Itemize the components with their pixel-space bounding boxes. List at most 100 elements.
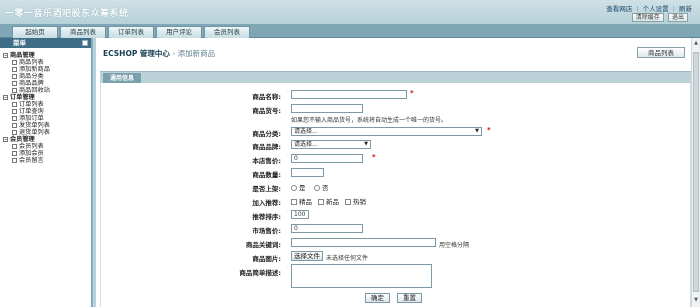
vertical-scrollbar[interactable]: ▲ ▼ [691, 38, 700, 307]
menu-item-category[interactable]: 商品分类 [3, 73, 91, 80]
menu-item-member-messages[interactable]: 会员留言 [3, 157, 91, 164]
scroll-up-icon[interactable]: ▲ [693, 40, 699, 48]
top-header: 一零一音乐酒吧股东众筹系统 查看网店 | 个人设置 | 刷新 清除缓存 退出 [0, 0, 700, 24]
goods-number-input[interactable] [291, 168, 324, 177]
number-label: 商品数量: [252, 171, 281, 179]
sidebar: 菜单 − 商品管理 商品列表 添加新商品 商品分类 商品品牌 商品回收站 − 订单管… [0, 38, 92, 307]
page-icon [12, 157, 17, 163]
menu-item-trash[interactable]: 商品回收站 [3, 87, 91, 94]
file-status: 未选择任何文件 [326, 255, 369, 262]
menu-item-label: 商品分类 [19, 73, 44, 80]
reset-button[interactable]: 重置 [397, 293, 422, 303]
page-icon [12, 87, 17, 93]
category-select-value: 请选择... [294, 128, 318, 135]
main-content: ECSHOP 管理中心 - 添加新商品 商品列表 通用信息 商品名称: * 商品… [97, 38, 700, 307]
menu-item-goods-list[interactable]: 商品列表 [3, 59, 91, 66]
scrollbar-thumb[interactable] [693, 52, 699, 292]
brand-label: 商品品牌: [252, 143, 281, 151]
menu-item-label: 订单列表 [19, 101, 44, 108]
submit-button[interactable]: 确定 [365, 293, 390, 303]
goods-sn-input[interactable] [291, 104, 363, 113]
collapse-icon[interactable] [82, 40, 88, 46]
keywords-hint: 用空格分隔 [439, 242, 470, 249]
category-select[interactable]: 请选择... ▼ [291, 127, 482, 136]
menu-item-label: 订单查询 [19, 108, 44, 115]
shop-price-label: 本店售价: [252, 157, 281, 165]
menu-group-label: 商品管理 [10, 52, 35, 59]
menu-item-label: 商品列表 [19, 59, 44, 66]
goods-list-button[interactable]: 商品列表 [637, 47, 685, 58]
collapse-icon: − [3, 94, 8, 100]
page-title-sub: - 添加新商品 [172, 49, 216, 58]
page-icon [12, 115, 17, 121]
checkbox-icon [318, 199, 324, 205]
radio-icon [314, 185, 320, 191]
checkbox-icon [345, 199, 351, 205]
on-sale-yes-option[interactable]: 是 [291, 182, 306, 192]
tab-user-comments[interactable]: 用户评论 [156, 26, 202, 38]
menu-item-add-goods[interactable]: 添加新商品 [3, 66, 91, 73]
keywords-input[interactable] [291, 238, 436, 247]
nav-bar: 起始页 商品列表 订单列表 用户评论 会员列表 [0, 24, 700, 38]
sort-order-input[interactable]: 100 [291, 210, 309, 219]
tab-order-list[interactable]: 订单列表 [108, 26, 154, 38]
recommend-best-checkbox[interactable]: 精品 [291, 196, 312, 206]
brand-select[interactable]: 请选择... ▼ [291, 140, 371, 149]
logout-button[interactable]: 退出 [667, 13, 688, 22]
view-shop-link[interactable]: 查看网店 [606, 5, 632, 13]
page-icon [12, 59, 17, 65]
chevron-down-icon: ▼ [475, 128, 479, 134]
menu-item-label: 商品回收站 [19, 87, 50, 94]
sn-hint: 如果您不输入商品货号，系统将自动生成一个唯一的货号。 [291, 117, 448, 124]
menu-group-members[interactable]: − 会员管理 [3, 136, 91, 143]
market-price-input[interactable]: 0 [291, 224, 363, 233]
on-sale-no-option[interactable]: 否 [314, 182, 329, 192]
sidebar-splitter[interactable] [92, 38, 96, 307]
goods-form: 商品名称: * 商品货号: 如果您不输入商品货号，系统将自动生成一个唯一的货号。… [100, 83, 691, 307]
menu-item-add-order[interactable]: 添加订单 [3, 115, 91, 122]
recommend-new-checkbox[interactable]: 新品 [318, 196, 339, 206]
goods-brief-textarea[interactable] [291, 264, 432, 288]
separator: | [672, 5, 675, 13]
menu-group-orders[interactable]: − 订单管理 [3, 94, 91, 101]
menu-item-member-list[interactable]: 会员列表 [3, 143, 91, 150]
clear-cache-button[interactable]: 清除缓存 [631, 13, 664, 22]
scroll-down-icon[interactable]: ▼ [693, 297, 699, 305]
menu-item-order-query[interactable]: 订单查询 [3, 108, 91, 115]
on-sale-label: 是否上架: [252, 185, 281, 193]
menu-item-delivery-list[interactable]: 发货单列表 [3, 122, 91, 129]
menu-group-goods[interactable]: − 商品管理 [3, 52, 91, 59]
menu-item-brand[interactable]: 商品品牌 [3, 80, 91, 87]
tab-strip: 通用信息 [100, 71, 691, 84]
menu-item-label: 发货单列表 [19, 122, 50, 129]
image-label: 商品图片: [252, 255, 281, 263]
page-icon [12, 101, 17, 107]
menu-tree: − 商品管理 商品列表 添加新商品 商品分类 商品品牌 商品回收站 − 订单管理 订… [0, 48, 91, 164]
tab-goods-list[interactable]: 商品列表 [60, 26, 106, 38]
menu-item-add-member[interactable]: 添加会员 [3, 150, 91, 157]
recommend-label: 加入推荐: [252, 199, 281, 207]
shop-price-input[interactable]: 0 [291, 154, 363, 163]
recommend-hot-checkbox[interactable]: 热销 [345, 196, 366, 206]
top-buttons: 清除缓存 退出 [630, 13, 688, 22]
tab-home[interactable]: 起始页 [12, 26, 58, 38]
option-label: 新品 [326, 198, 339, 206]
sort-label: 推荐排序: [252, 213, 281, 221]
keywords-label: 商品关键词: [245, 241, 281, 249]
sn-label: 商品货号: [252, 107, 281, 115]
app-title: 一零一音乐酒吧股东众筹系统 [5, 9, 129, 19]
menu-item-order-list[interactable]: 订单列表 [3, 101, 91, 108]
menu-item-label: 商品品牌 [19, 80, 44, 87]
tab-member-list[interactable]: 会员列表 [204, 26, 250, 38]
menu-item-return-list[interactable]: 退货单列表 [3, 129, 91, 136]
collapse-icon: − [3, 136, 8, 142]
choose-file-button[interactable]: 选择文件 [291, 251, 323, 261]
sidebar-header: 菜单 [0, 38, 91, 48]
page-icon [12, 80, 17, 86]
personal-settings-link[interactable]: 个人设置 [643, 5, 669, 13]
option-label: 精品 [299, 198, 312, 206]
menu-item-label: 会员列表 [19, 143, 44, 150]
sidebar-title: 菜单 [13, 39, 26, 47]
refresh-link[interactable]: 刷新 [679, 5, 692, 13]
goods-name-input[interactable] [291, 90, 407, 99]
